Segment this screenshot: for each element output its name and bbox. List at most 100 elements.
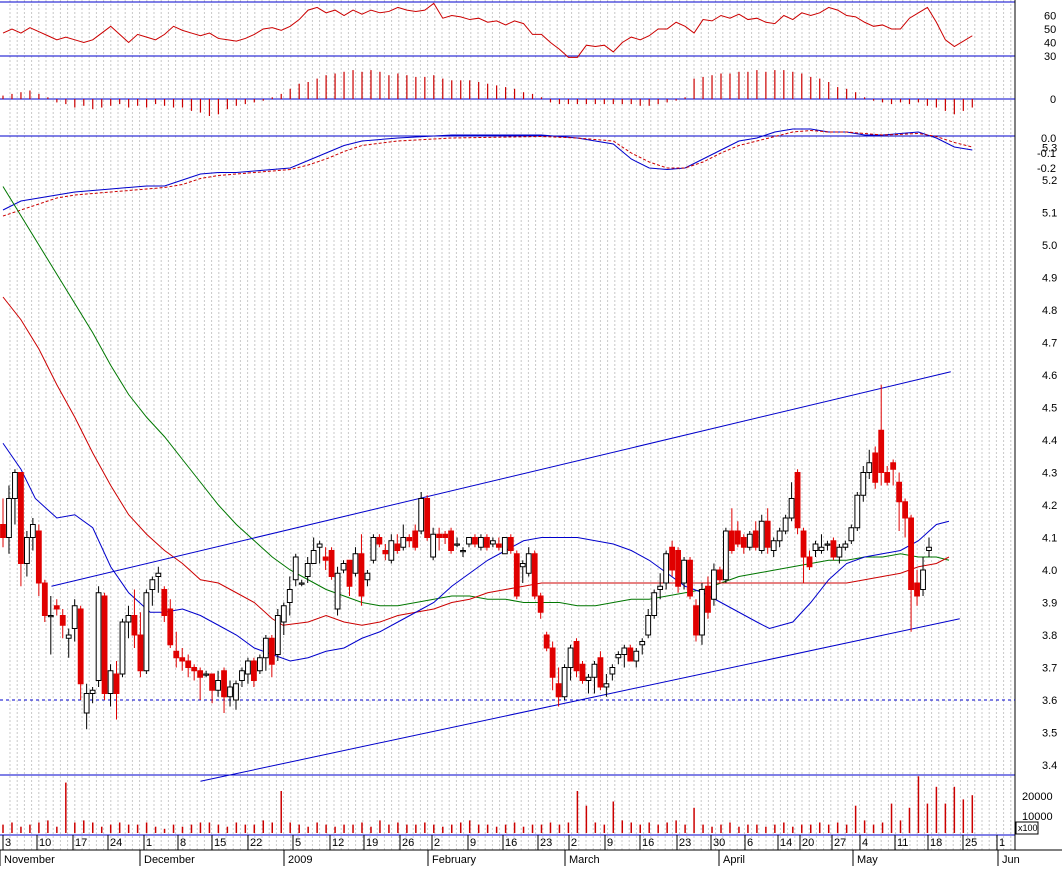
- candle-body: [119, 621, 126, 675]
- price-tick-label: 4.3: [1042, 468, 1057, 480]
- candle-body: [95, 592, 102, 681]
- x-tick-label: 6: [747, 837, 753, 849]
- candle-body: [328, 550, 335, 577]
- candle-body: [549, 647, 556, 678]
- month-label: April: [723, 854, 745, 866]
- candle-body: [926, 546, 932, 551]
- candle-body: [896, 481, 903, 503]
- candle-body: [513, 553, 520, 597]
- x-tick-label: 1: [999, 837, 1005, 849]
- x-tick-label: 26: [402, 837, 414, 849]
- candle-body: [286, 589, 293, 603]
- candle: [561, 664, 568, 700]
- candle-body: [752, 530, 759, 548]
- candle-body: [627, 647, 634, 662]
- candle-body: [902, 501, 909, 519]
- candle-body: [454, 543, 460, 546]
- candle: [370, 534, 377, 564]
- candle-body: [830, 540, 837, 558]
- price-tick-label: 4.9: [1042, 273, 1057, 285]
- candle-body: [47, 615, 54, 618]
- candle-body: [597, 657, 604, 688]
- candle-body: [203, 673, 210, 676]
- candle: [334, 566, 341, 616]
- month-label: May: [857, 854, 878, 866]
- x-tick-label: 23: [540, 837, 552, 849]
- candle-body: [6, 498, 12, 538]
- x-tick-label: 16: [642, 837, 654, 849]
- x-tick-label: 9: [607, 837, 613, 849]
- candle-body: [866, 462, 873, 473]
- candle-body: [280, 605, 287, 623]
- candle-body: [651, 592, 658, 616]
- candle: [651, 589, 658, 619]
- rsi-tick-label: 40: [1044, 38, 1056, 50]
- candle-body: [561, 667, 568, 698]
- candle-body: [531, 553, 538, 597]
- price-tick-label: 3.6: [1042, 695, 1057, 707]
- candle-body: [400, 537, 407, 548]
- candle-body: [495, 543, 502, 548]
- candle-body: [675, 550, 681, 587]
- candle: [513, 550, 520, 600]
- price-tick-label: 5.1: [1042, 208, 1057, 220]
- candle: [848, 524, 855, 544]
- candle: [424, 495, 431, 541]
- candle-body: [489, 540, 496, 545]
- month-label: December: [144, 854, 195, 866]
- candle-body: [711, 569, 717, 600]
- candle-body: [764, 520, 771, 548]
- candle-body: [758, 520, 765, 551]
- candle-body: [818, 546, 825, 551]
- candle-body: [274, 615, 281, 655]
- candle-body: [149, 579, 156, 590]
- candle: [830, 537, 837, 561]
- candle-body: [179, 657, 186, 662]
- price-tick-label: 4.7: [1042, 338, 1057, 350]
- candle-body: [609, 667, 616, 675]
- candle-body: [872, 452, 879, 483]
- candle-body: [227, 686, 233, 698]
- candle-body: [364, 572, 371, 581]
- price-tick-label: 5.3: [1042, 143, 1057, 155]
- candle: [95, 586, 102, 687]
- candle-body: [71, 605, 78, 629]
- month-label: 2009: [288, 854, 312, 866]
- rsi-tick-label: 30: [1044, 51, 1056, 63]
- candle-body: [699, 589, 705, 636]
- candle-body: [35, 530, 42, 584]
- candle-body: [466, 537, 472, 545]
- candle-body: [185, 660, 192, 668]
- candle-body: [322, 556, 329, 561]
- candle-body: [239, 670, 245, 681]
- candle-body: [167, 608, 174, 646]
- candle-body: [687, 559, 693, 597]
- candle-body: [370, 537, 377, 561]
- candle-body: [346, 559, 353, 587]
- candle: [693, 599, 699, 642]
- x-tick-label: 20: [802, 837, 814, 849]
- x-tick-label: 27: [834, 837, 846, 849]
- candle-body: [340, 563, 347, 571]
- candle: [687, 557, 693, 600]
- candle-body: [412, 530, 419, 548]
- candle-body: [507, 537, 514, 551]
- candle-body: [812, 543, 819, 551]
- candle-body: [717, 569, 723, 581]
- candle-body: [734, 530, 741, 545]
- candle-body: [251, 660, 257, 681]
- x-tick-label: 23: [679, 837, 691, 849]
- candle: [418, 492, 425, 535]
- candle-body: [137, 634, 144, 672]
- x-tick-label: 5: [295, 837, 301, 849]
- price-tick-label: 3.5: [1042, 728, 1057, 740]
- x-tick-label: 24: [110, 837, 122, 849]
- candle-body: [113, 673, 120, 694]
- x-tick-label: 16: [505, 837, 517, 849]
- candle-body: [746, 533, 753, 548]
- candle-body: [579, 663, 586, 681]
- candle-body: [920, 569, 926, 590]
- candle-body: [890, 462, 897, 470]
- candle-body: [573, 641, 580, 672]
- candle-body: [663, 553, 670, 584]
